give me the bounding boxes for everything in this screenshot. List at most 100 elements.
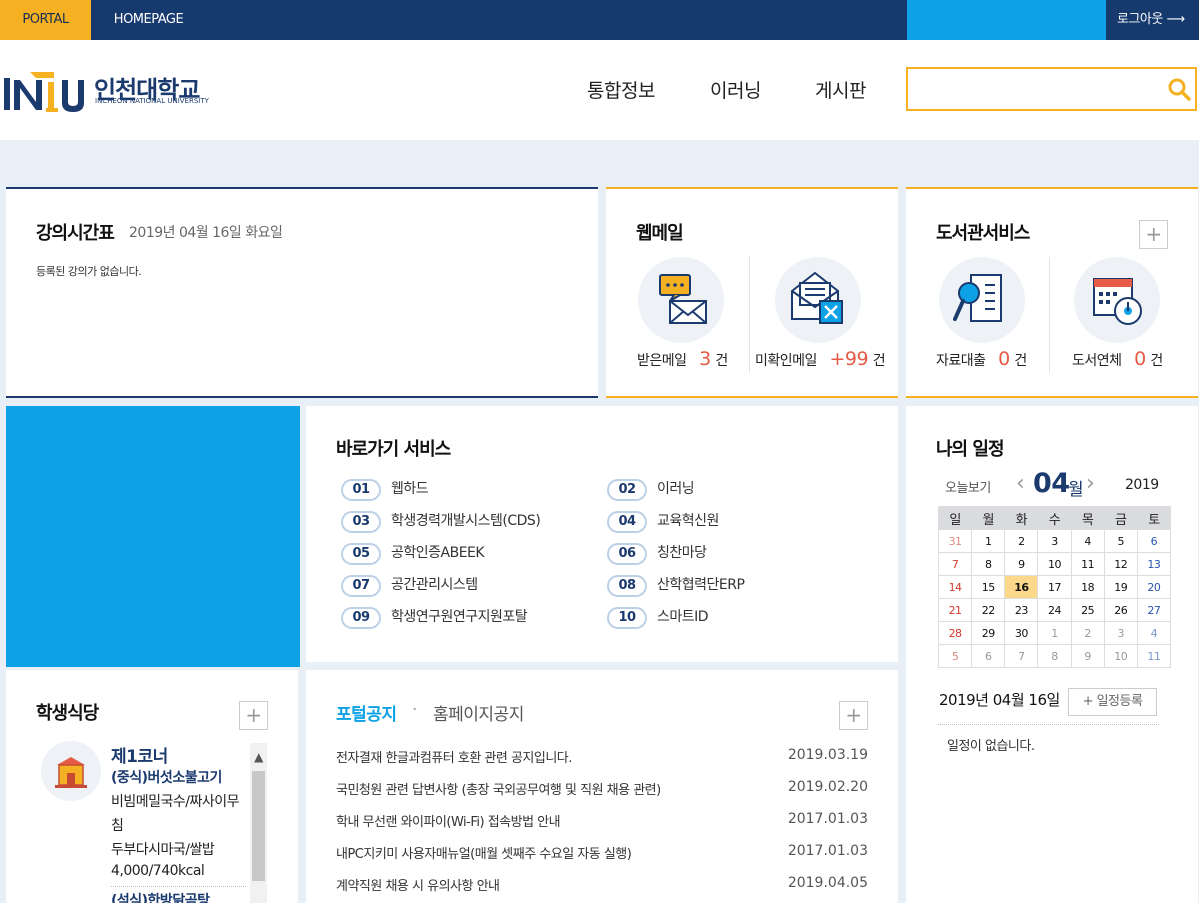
calendar-day[interactable]: 27 xyxy=(1136,598,1172,622)
shortcut-abeek[interactable]: 05 공학인증ABEEK xyxy=(341,542,485,565)
overdue-button[interactable] xyxy=(1074,257,1160,343)
tab-portal-notice[interactable]: 포털공지 xyxy=(336,700,397,725)
calendar-day[interactable]: 4 xyxy=(1136,621,1172,645)
calendar-day[interactable]: 9 xyxy=(1004,552,1039,576)
calendar-day[interactable]: 17 xyxy=(1037,575,1072,599)
calendar-day[interactable]: 31 xyxy=(937,529,973,553)
notice-row[interactable]: 전자결재 한글과컴퓨터 호환 관련 공지입니다. 2019.03.19 xyxy=(336,747,868,779)
calendar-day[interactable]: 15 xyxy=(971,575,1006,599)
shortcut-elearning[interactable]: 02 이러닝 xyxy=(607,478,695,501)
calendar-day[interactable]: 2 xyxy=(1004,529,1039,553)
month-unit: 월 xyxy=(1068,480,1084,500)
shortcut-label: 웹하드 xyxy=(391,481,429,497)
book-loan-icon xyxy=(953,274,1002,322)
calendar-day[interactable]: 18 xyxy=(1070,575,1105,599)
calendar-day[interactable]: 16 xyxy=(1004,575,1039,599)
scroll-up-icon[interactable]: ▲ xyxy=(250,743,267,771)
shortcut-label: 이러닝 xyxy=(657,481,695,497)
calendar-day[interactable]: 13 xyxy=(1136,552,1172,576)
unit-label: 건 xyxy=(872,353,886,369)
menu-scrollbar[interactable]: ▲ xyxy=(250,743,267,903)
calendar-day[interactable]: 23 xyxy=(1004,598,1039,622)
calendar-day[interactable]: 10 xyxy=(1103,644,1138,668)
calendar-day[interactable]: 26 xyxy=(1103,598,1138,622)
loan-number: 0 xyxy=(998,348,1010,370)
shortcut-space-mgmt[interactable]: 07 공간관리시스템 xyxy=(341,574,478,597)
search-input[interactable] xyxy=(906,67,1197,111)
shortcut-cds[interactable]: 03 학생경력개발시스템(CDS) xyxy=(341,510,541,533)
calendar-day[interactable]: 22 xyxy=(971,598,1006,622)
notice-title[interactable]: 국민청원 관련 답변사항 (총장 국외공무여행 및 직원 채용 관련) xyxy=(336,779,661,811)
shortcut-praise[interactable]: 06 칭찬마당 xyxy=(607,542,707,565)
calendar-day[interactable]: 6 xyxy=(971,644,1006,668)
calendar-day[interactable]: 5 xyxy=(937,644,973,668)
calendar-day[interactable]: 2 xyxy=(1070,621,1105,645)
nav-integrated-info[interactable]: 통합정보 xyxy=(587,76,655,103)
unread-mail-count: 미확인메일 +99 건 xyxy=(755,348,886,370)
shortcut-smart-id[interactable]: 10 스마트ID xyxy=(607,606,709,629)
calendar-day[interactable]: 3 xyxy=(1037,529,1072,553)
nav-elearning[interactable]: 이러닝 xyxy=(710,76,761,103)
notice-title[interactable]: 계약직원 채용 시 유의사항 안내 xyxy=(336,875,500,903)
calendar-day[interactable]: 20 xyxy=(1136,575,1172,599)
tab-homepage-notice[interactable]: 홈페이지공지 xyxy=(433,700,524,725)
inbox-mail-button[interactable] xyxy=(638,257,724,343)
notice-more-button[interactable]: + xyxy=(839,701,868,730)
mail-unread-icon xyxy=(791,271,843,324)
calendar-day[interactable]: 1 xyxy=(1037,621,1072,645)
loan-button[interactable] xyxy=(939,257,1025,343)
scroll-thumb[interactable] xyxy=(252,771,265,881)
calendar-day[interactable]: 5 xyxy=(1103,529,1138,553)
calendar-day[interactable]: 6 xyxy=(1136,529,1172,553)
menu-list: (중식)버섯소불고기 비빔메밀국수/짜사이무 침 두부다시마국/쌀밥 4,000… xyxy=(111,767,246,903)
today-button[interactable]: 오늘보기 xyxy=(945,477,991,496)
calendar-day[interactable]: 8 xyxy=(1037,644,1072,668)
notice-title[interactable]: 전자결재 한글과컴퓨터 호환 관련 공지입니다. xyxy=(336,747,572,779)
shortcut-erp[interactable]: 08 산학협력단ERP xyxy=(607,574,745,597)
library-more-button[interactable]: + xyxy=(1139,220,1168,249)
calendar-day[interactable]: 8 xyxy=(971,552,1006,576)
shortcut-webhard[interactable]: 01 웹하드 xyxy=(341,478,429,501)
calendar-day[interactable]: 1 xyxy=(971,529,1006,553)
shortcut-research-portal[interactable]: 09 학생연구원연구지원포탈 xyxy=(341,606,528,629)
shortcut-number: 02 xyxy=(607,479,647,501)
calendar-day[interactable]: 7 xyxy=(937,552,973,576)
prev-month-icon[interactable]: ‹ xyxy=(1016,471,1025,496)
calendar-day[interactable]: 7 xyxy=(1004,644,1039,668)
calendar-day[interactable]: 14 xyxy=(937,575,973,599)
portal-tab[interactable]: PORTAL xyxy=(0,0,91,40)
notice-title[interactable]: 학내 무선랜 와이파이(Wi-Fi) 접속방법 안내 xyxy=(336,811,561,843)
restaurant-icon xyxy=(55,757,87,788)
nav-board[interactable]: 게시판 xyxy=(815,76,866,103)
calendar-day[interactable]: 11 xyxy=(1136,644,1172,668)
calendar-day[interactable]: 30 xyxy=(1004,621,1039,645)
calendar-day[interactable]: 25 xyxy=(1070,598,1105,622)
homepage-tab[interactable]: HOMEPAGE xyxy=(91,0,206,40)
calendar-day[interactable]: 28 xyxy=(937,621,973,645)
notice-title[interactable]: 내PC지키미 사용자매뉴얼(매월 셋째주 수요일 자동 실행) xyxy=(336,843,632,875)
next-month-icon[interactable]: › xyxy=(1086,471,1095,496)
search-icon[interactable] xyxy=(1166,76,1192,102)
add-schedule-button[interactable]: + 일정등록 xyxy=(1068,688,1157,716)
calendar-day[interactable]: 21 xyxy=(937,598,973,622)
logout-button[interactable]: 로그아웃 ⟶ xyxy=(1106,0,1199,40)
calendar-day[interactable]: 3 xyxy=(1103,621,1138,645)
notice-row[interactable]: 학내 무선랜 와이파이(Wi-Fi) 접속방법 안내 2017.01.03 xyxy=(336,811,868,843)
notice-row[interactable]: 국민청원 관련 답변사항 (총장 국외공무여행 및 직원 채용 관련) 2019.… xyxy=(336,779,868,811)
calendar-day[interactable]: 9 xyxy=(1070,644,1105,668)
calendar-day[interactable]: 4 xyxy=(1070,529,1105,553)
cafeteria-more-button[interactable]: + xyxy=(239,701,268,730)
calendar-day[interactable]: 10 xyxy=(1037,552,1072,576)
calendar-day[interactable]: 19 xyxy=(1103,575,1138,599)
shortcut-edu-innovation[interactable]: 04 교육혁신원 xyxy=(607,510,719,533)
calendar-day[interactable]: 24 xyxy=(1037,598,1072,622)
notice-row[interactable]: 내PC지키미 사용자매뉴얼(매월 셋째주 수요일 자동 실행) 2017.01.0… xyxy=(336,843,868,875)
shortcut-label: 교육혁신원 xyxy=(657,513,719,529)
unread-mail-button[interactable] xyxy=(775,257,861,343)
calendar-day[interactable]: 11 xyxy=(1070,552,1105,576)
calendar-day[interactable]: 12 xyxy=(1103,552,1138,576)
banner-area[interactable] xyxy=(6,406,300,667)
calendar-day[interactable]: 29 xyxy=(971,621,1006,645)
notice-row[interactable]: 계약직원 채용 시 유의사항 안내 2019.04.05 xyxy=(336,875,868,903)
timetable-empty: 등록된 강의가 없습니다. xyxy=(36,265,142,278)
